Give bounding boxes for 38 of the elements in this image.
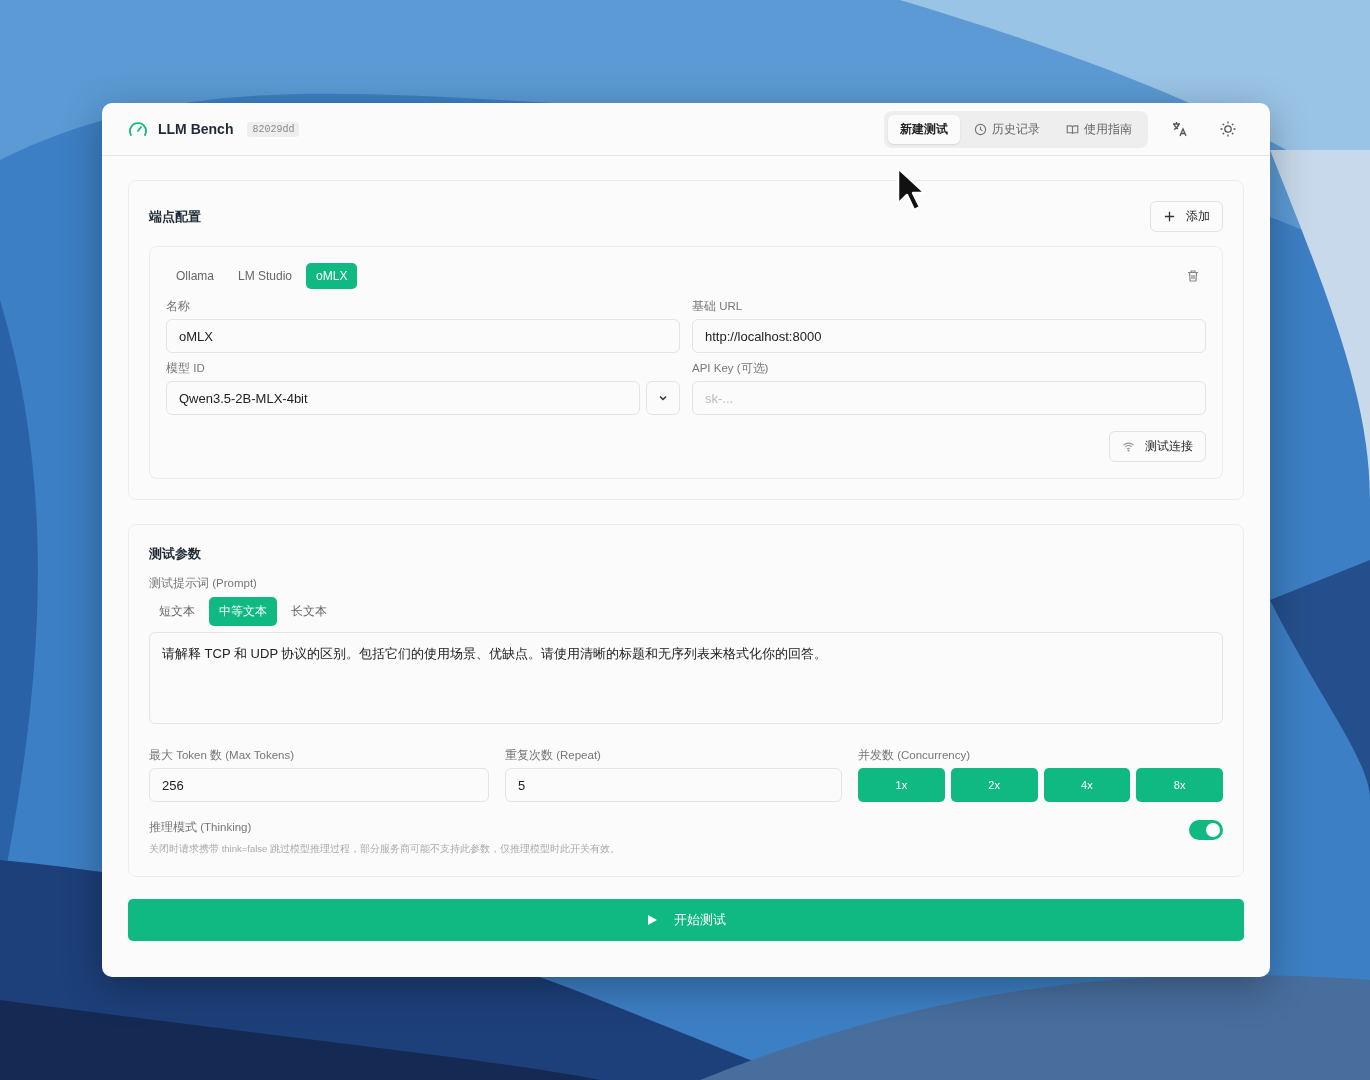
preset-tab[interactable]: 短文本 xyxy=(149,597,205,626)
field-label: 测试提示词 (Prompt) xyxy=(149,577,257,589)
book-icon xyxy=(1066,122,1079,136)
max-tokens-field[interactable]: 256 xyxy=(149,768,489,802)
nav-tab[interactable]: 新建测试 xyxy=(888,114,960,144)
prompt-field[interactable]: 请解释 TCP 和 UDP 协议的区别。包括它们的使用场景、优缺点。请使用清晰的标题和无序列表来格式化你的回答。 xyxy=(149,632,1223,724)
nav-tab[interactable]: 历史记录 xyxy=(962,114,1052,144)
name-field[interactable]: oMLX xyxy=(166,319,680,353)
model-field[interactable]: Qwen3.5-2B-MLX-4bit xyxy=(166,381,640,415)
section-title: 端点配置 xyxy=(149,207,201,226)
gauge-icon xyxy=(128,120,148,138)
app-title: LLM Bench xyxy=(158,121,234,137)
trash-icon[interactable] xyxy=(1186,269,1200,283)
test-connection-button[interactable]: 测试连接 xyxy=(1109,431,1206,462)
section-title: 测试参数 xyxy=(149,545,201,563)
preset-tab[interactable]: 长文本 xyxy=(281,597,337,626)
field-label: 推理模式 (Thinking) xyxy=(149,820,253,835)
endpoint-tab[interactable]: LM Studio xyxy=(228,263,303,289)
hint-text: 关闭时请求携带 think=false 跳过模型推理过程，部分服务商可能不支持此参数，仅推理模型时此开关有效。 xyxy=(149,843,620,856)
wifi-icon xyxy=(1122,440,1135,453)
field-label: 重复次数 (Repeat) xyxy=(505,748,602,763)
api-key-field[interactable]: sk-... xyxy=(692,381,1206,415)
field-label: 基础 URL xyxy=(692,299,744,314)
field-label: 名称 xyxy=(166,299,191,314)
repeat-field[interactable]: 5 xyxy=(505,768,842,802)
nav-tab[interactable]: 使用指南 xyxy=(1054,114,1144,144)
add-button[interactable]: 添加 xyxy=(1150,201,1223,232)
field-label: 模型 ID xyxy=(166,361,206,376)
clock-icon xyxy=(974,122,987,136)
play-icon xyxy=(646,914,658,926)
endpoint-tab[interactable]: Ollama xyxy=(166,263,224,289)
url-field[interactable]: http://localhost:8000 xyxy=(692,319,1206,353)
field-label: API Key (可选) xyxy=(692,361,770,376)
field-label: 最大 Token 数 (Max Tokens) xyxy=(149,748,296,763)
field-label: 并发数 (Concurrency) xyxy=(858,748,972,763)
version-badge: 82029dd xyxy=(247,121,300,137)
plus-icon xyxy=(1163,210,1176,223)
thinking-toggle[interactable] xyxy=(1189,820,1223,840)
